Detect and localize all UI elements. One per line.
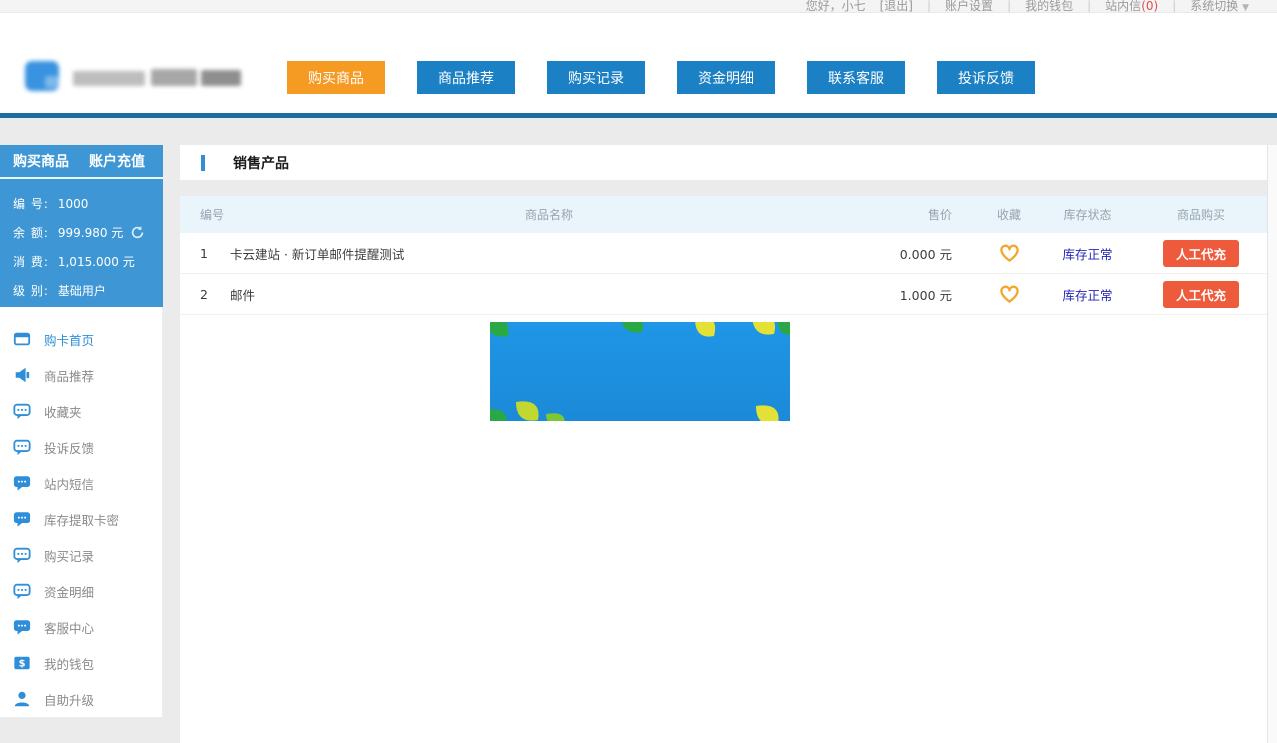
sidebar-item-my-wallet[interactable]: 我的钱包 bbox=[0, 645, 162, 681]
product-no: 1 bbox=[180, 246, 230, 261]
stock-status-link[interactable]: 库存正常 bbox=[1062, 288, 1112, 303]
chat-solid-icon bbox=[13, 510, 31, 528]
product-name: 卡云建站 · 新订单邮件提醒测试 bbox=[230, 244, 868, 263]
sidebar-item-card-home[interactable]: 购卡首页 bbox=[0, 321, 162, 357]
inbox-count-badge: (0) bbox=[1141, 0, 1158, 13]
product-price: 0.000 元 bbox=[868, 244, 978, 263]
header-price: 售价 bbox=[868, 206, 978, 223]
sidebar-menu: 购卡首页 商品推荐 收藏夹 投诉反馈 站内短信 库存提取卡密 购买记录 资金明细… bbox=[0, 307, 163, 717]
level-row: 级 别: 基础用户 bbox=[13, 276, 163, 305]
divider: | bbox=[1172, 0, 1176, 13]
account-panel-tabs: 购买商品 账户充值 bbox=[0, 145, 163, 179]
account-id-row: 编 号: 1000 bbox=[13, 189, 163, 218]
header-name: 商品名称 bbox=[230, 206, 868, 223]
sidebar-item-site-messages[interactable]: 站内短信 bbox=[0, 465, 162, 501]
refresh-balance-icon[interactable] bbox=[130, 225, 145, 240]
title-accent-bar bbox=[201, 155, 205, 171]
person-icon bbox=[13, 690, 31, 708]
account-panel: 购买商品 账户充值 编 号: 1000 余 额: 999.980 元 消 费: … bbox=[0, 145, 163, 317]
manual-recharge-button[interactable]: 人工代充 bbox=[1163, 240, 1239, 267]
account-id-value: 1000 bbox=[58, 197, 89, 211]
account-settings-link[interactable]: 账户设置 bbox=[945, 0, 993, 13]
sidebar-item-stock-card-keys[interactable]: 库存提取卡密 bbox=[0, 501, 162, 537]
table-row: 2 邮件 1.000 元 库存正常 人工代充 bbox=[180, 274, 1267, 315]
divider: | bbox=[1087, 0, 1091, 13]
user-greeting: 您好，小七 bbox=[806, 0, 866, 13]
stock-status-link[interactable]: 库存正常 bbox=[1062, 247, 1112, 262]
page-title: 销售产品 bbox=[233, 153, 289, 173]
tab-buy-products[interactable]: 购买商品 bbox=[13, 151, 69, 171]
sidebar-item-favorites[interactable]: 收藏夹 bbox=[0, 393, 162, 429]
my-wallet-link[interactable]: 我的钱包 bbox=[1025, 0, 1073, 13]
main-nav: 购买商品 商品推荐 购买记录 资金明细 联系客服 投诉反馈 bbox=[287, 61, 1067, 94]
product-price: 1.000 元 bbox=[868, 285, 978, 304]
level-value: 基础用户 bbox=[58, 282, 106, 299]
nav-purchase-history-button[interactable]: 购买记录 bbox=[547, 61, 645, 94]
wallet-icon bbox=[13, 654, 31, 672]
nav-feedback-button[interactable]: 投诉反馈 bbox=[937, 61, 1035, 94]
balance-row: 余 额: 999.980 元 bbox=[13, 218, 163, 247]
products-table: 编号 商品名称 售价 收藏 库存状态 商品购买 1 卡云建站 · 新订单邮件提醒… bbox=[180, 196, 1267, 743]
favorite-heart-icon[interactable] bbox=[999, 285, 1020, 304]
chat-solid-icon bbox=[13, 474, 31, 492]
site-header: 购买商品 商品推荐 购买记录 资金明细 联系客服 投诉反馈 bbox=[0, 13, 1277, 113]
account-summary: 编 号: 1000 余 额: 999.980 元 消 费: 1,015.000 … bbox=[0, 179, 163, 317]
promo-banner-image[interactable] bbox=[490, 322, 790, 421]
divider: | bbox=[927, 0, 931, 13]
sidebar-item-feedback[interactable]: 投诉反馈 bbox=[0, 429, 162, 465]
tab-account-recharge[interactable]: 账户充值 bbox=[89, 151, 145, 171]
scrollbar-track[interactable] bbox=[1267, 145, 1277, 743]
favorite-heart-icon[interactable] bbox=[999, 244, 1020, 263]
nav-recommended-button[interactable]: 商品推荐 bbox=[417, 61, 515, 94]
card-icon bbox=[13, 330, 31, 348]
header-divider bbox=[0, 113, 1277, 118]
nav-buy-products-button[interactable]: 购买商品 bbox=[287, 61, 385, 94]
product-name: 邮件 bbox=[230, 285, 868, 304]
logout-link[interactable]: [退出] bbox=[880, 0, 913, 13]
spent-value: 1,015.000 元 bbox=[58, 253, 135, 270]
sidebar-item-support-center[interactable]: 客服中心 bbox=[0, 609, 162, 645]
nav-funds-detail-button[interactable]: 资金明细 bbox=[677, 61, 775, 94]
chat-bubble-icon bbox=[13, 582, 31, 600]
balance-value: 999.980 元 bbox=[58, 224, 123, 241]
system-switch-dropdown[interactable]: 系统切换 ▼ bbox=[1190, 0, 1249, 13]
sidebar-item-purchase-history[interactable]: 购买记录 bbox=[0, 537, 162, 573]
product-no: 2 bbox=[180, 287, 230, 302]
sidebar-item-recommended[interactable]: 商品推荐 bbox=[0, 357, 162, 393]
header-no: 编号 bbox=[180, 206, 230, 223]
sidebar-item-funds-detail[interactable]: 资金明细 bbox=[0, 573, 162, 609]
top-utility-bar: 您好，小七 [退出] | 账户设置 | 我的钱包 | 站内信(0) | 系统切换… bbox=[0, 0, 1277, 13]
table-header-row: 编号 商品名称 售价 收藏 库存状态 商品购买 bbox=[180, 196, 1267, 233]
chat-solid-icon bbox=[13, 618, 31, 636]
table-row: 1 卡云建站 · 新订单邮件提醒测试 0.000 元 库存正常 人工代充 bbox=[180, 233, 1267, 274]
spent-row: 消 费: 1,015.000 元 bbox=[13, 247, 163, 276]
nav-contact-support-button[interactable]: 联系客服 bbox=[807, 61, 905, 94]
chat-bubble-icon bbox=[13, 546, 31, 564]
chat-bubble-icon bbox=[13, 402, 31, 420]
sidebar-item-self-upgrade[interactable]: 自助升级 bbox=[0, 681, 162, 717]
header-purchase: 商品购买 bbox=[1135, 206, 1267, 223]
header-favorite: 收藏 bbox=[978, 206, 1040, 223]
divider: | bbox=[1007, 0, 1011, 13]
section-title-bar: 销售产品 bbox=[180, 145, 1267, 180]
site-logo bbox=[25, 50, 255, 92]
chat-bubble-icon bbox=[13, 438, 31, 456]
chevron-down-icon: ▼ bbox=[1242, 3, 1249, 13]
inbox-link[interactable]: 站内信(0) bbox=[1105, 0, 1158, 13]
manual-recharge-button[interactable]: 人工代充 bbox=[1163, 281, 1239, 308]
megaphone-icon bbox=[13, 366, 31, 384]
header-stock: 库存状态 bbox=[1040, 206, 1135, 223]
